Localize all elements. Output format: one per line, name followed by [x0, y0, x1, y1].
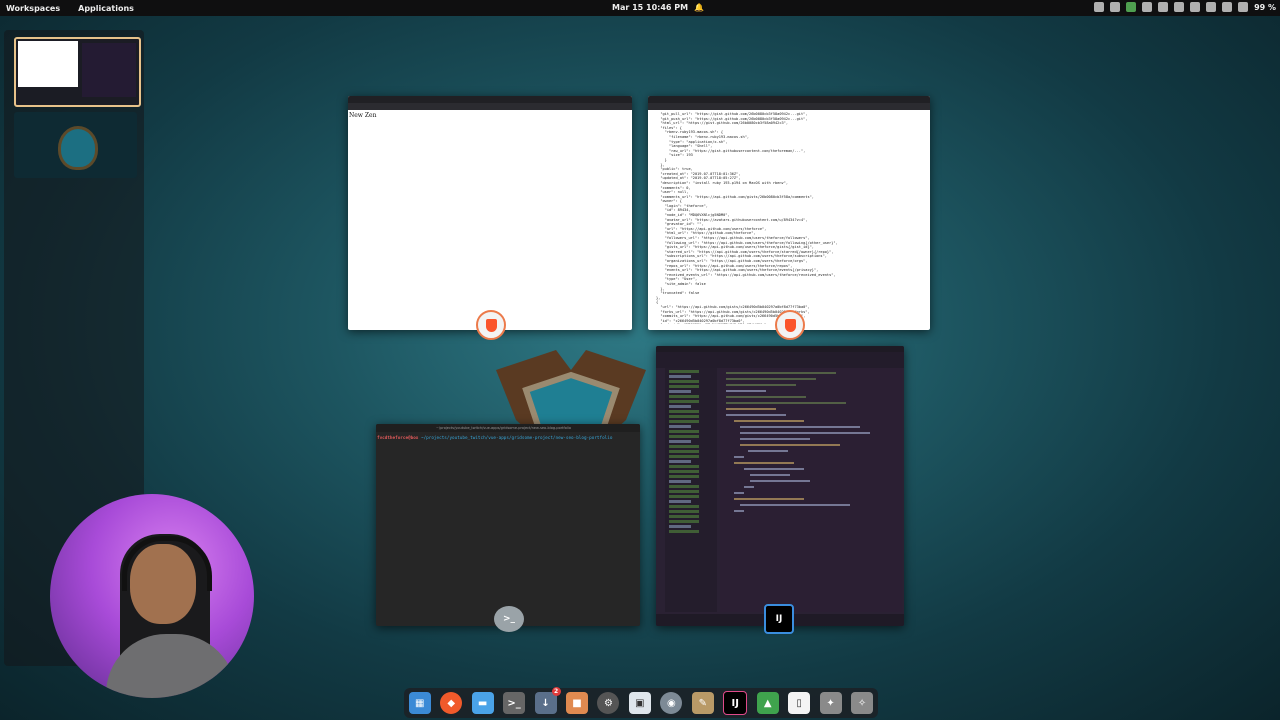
battery-percent: 99 % [1254, 2, 1276, 12]
workspace-1-window-preview [18, 41, 78, 87]
terminal-window[interactable]: ~/projects/youtube_twitch/vue-apps/grids… [376, 424, 640, 626]
workspace-1-thumbnail[interactable] [14, 37, 141, 107]
webcam-overlay [50, 494, 254, 698]
settings-icon[interactable]: ⚙ [597, 692, 620, 714]
clock[interactable]: Mar 15 10:46 PM 🔔 [612, 3, 704, 12]
apps-grid-icon[interactable]: ▦ [408, 692, 431, 714]
dock: ▦ ◆ ▬ >_ ↓ 2 ■ ⚙ ▣ ◉ ✎ IJ ▲ ▯ ✦ ✧ [404, 687, 878, 718]
ide-toolbar[interactable] [656, 352, 904, 368]
volume-icon[interactable] [1222, 2, 1233, 12]
applications-menu[interactable]: Applications [78, 4, 134, 13]
sync-icon[interactable] [1110, 2, 1121, 12]
browser-tabs[interactable] [348, 96, 632, 103]
workspace-1-editor-preview [82, 43, 136, 97]
screenshot-icon[interactable]: ▣ [628, 692, 651, 714]
intellij-window[interactable] [656, 346, 904, 626]
network-icon[interactable] [1174, 2, 1185, 12]
battery-icon[interactable] [1238, 2, 1249, 12]
bluetooth-icon[interactable] [1190, 2, 1201, 12]
browser-address-bar[interactable] [348, 103, 632, 110]
terminal-prompt[interactable]: fvcdtheforce@box ~/projects/youtube_twit… [376, 432, 640, 445]
ravenclaw-crest-image [58, 126, 98, 170]
notepad-icon[interactable]: ▯ [788, 692, 811, 714]
notifications-icon[interactable]: 🔔 [694, 3, 704, 12]
browser-window-json[interactable]: "git_pull_url": "https://gist.github.com… [648, 96, 930, 330]
code-editor[interactable] [720, 368, 902, 612]
page-content: New Zen [349, 112, 377, 119]
intellij-icon[interactable]: IJ [723, 691, 748, 715]
downloads-icon[interactable]: ↓ 2 [534, 687, 561, 714]
intellij-app-icon: IJ [764, 604, 794, 634]
android-studio-icon[interactable]: ▲ [756, 692, 779, 714]
vpn-icon[interactable] [1142, 2, 1153, 12]
project-tree[interactable] [665, 368, 717, 612]
brave-icon [476, 310, 506, 340]
editor-icon[interactable]: ✎ [691, 692, 714, 714]
store-icon[interactable]: ■ [565, 692, 588, 714]
terminal-icon[interactable]: >_ [503, 692, 526, 714]
battery-app-icon[interactable] [1126, 2, 1137, 12]
files-icon[interactable]: ▬ [471, 692, 494, 714]
top-bar: Workspaces Applications Mar 15 10:46 PM 🔔… [0, 0, 1280, 16]
tool-icon[interactable]: ✦ [819, 692, 842, 714]
json-content: "git_pull_url": "https://gist.github.com… [656, 112, 838, 324]
prompt-user: fvcdtheforce@box [377, 436, 419, 441]
brave-icon [775, 310, 805, 340]
microphone-icon[interactable] [1206, 2, 1217, 12]
system-tray: 99 % [1094, 2, 1276, 12]
dropbox-icon[interactable] [1094, 2, 1105, 12]
brave-icon[interactable]: ◆ [440, 692, 463, 714]
obs-icon[interactable]: ◉ [660, 692, 683, 714]
browser-address-bar[interactable] [648, 103, 930, 110]
browser-tabs[interactable] [648, 96, 930, 103]
browser-window-new-zen[interactable]: New Zen [348, 96, 632, 330]
workspace-2-thumbnail[interactable] [14, 112, 137, 178]
prompt-path: ~/projects/youtube_twitch/vue-apps/grids… [418, 436, 613, 441]
download-badge: 2 [551, 687, 561, 696]
tool-icon-2[interactable]: ✧ [851, 692, 874, 714]
terminal-app-icon: >_ [494, 606, 524, 632]
workspaces-menu[interactable]: Workspaces [6, 4, 60, 13]
settings-icon[interactable] [1158, 2, 1169, 12]
terminal-title: ~/projects/youtube_twitch/vue-apps/grids… [376, 424, 640, 432]
